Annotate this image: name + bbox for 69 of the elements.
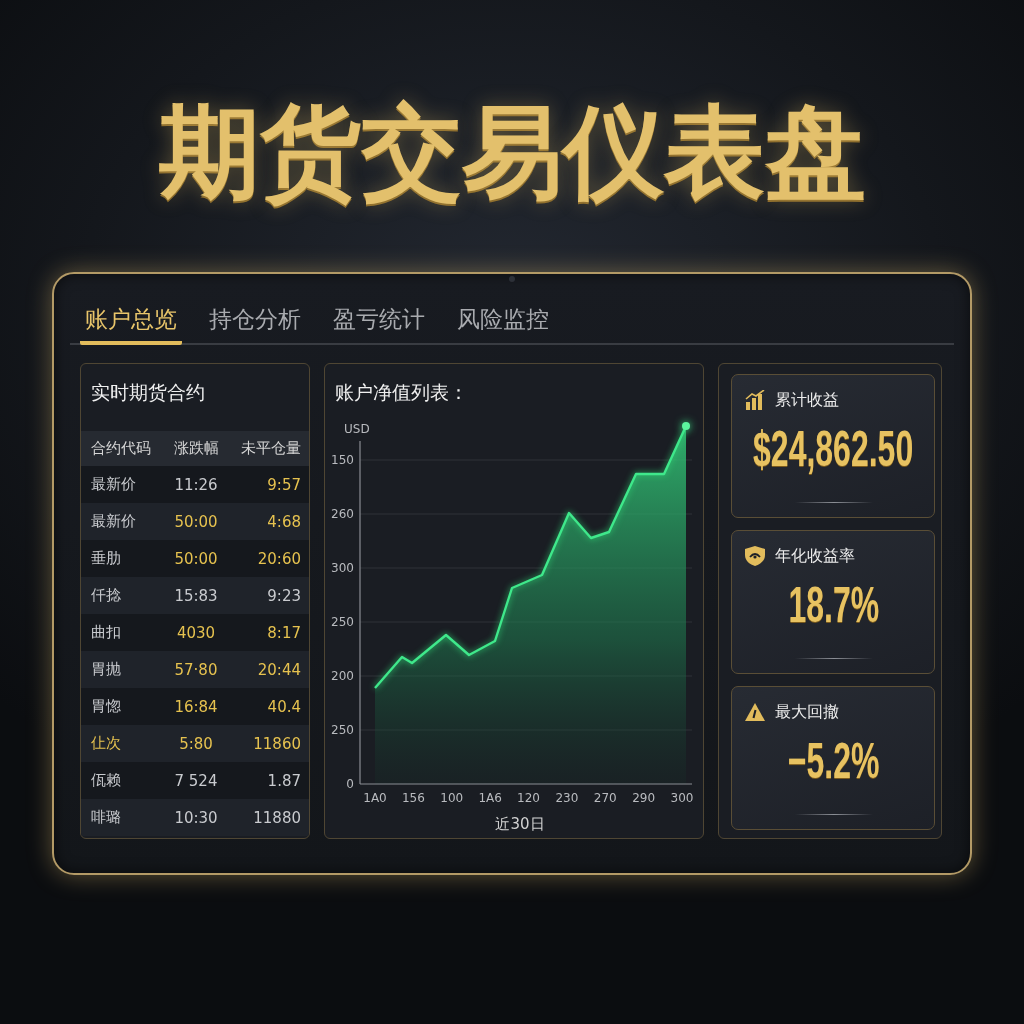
- table-cell: 20:44: [257, 660, 301, 679]
- table-cell: 7 524: [174, 771, 218, 790]
- table-cell: 胃抛: [91, 660, 121, 679]
- axis-tick-label: 0: [346, 777, 354, 791]
- tab[interactable]: 盈亏统计: [328, 304, 430, 345]
- table-cell: 50:00: [174, 512, 218, 531]
- table-cell: 15:83: [174, 586, 218, 605]
- axis-tick-label: 230: [555, 791, 579, 805]
- axis-tick-label: 100: [440, 791, 464, 805]
- axis-tick-label: 260: [331, 507, 354, 521]
- axis-tick-label: 290: [632, 791, 656, 805]
- table-cell: 40.4: [267, 697, 301, 716]
- tab[interactable]: 风险监控: [452, 304, 554, 345]
- axis-unit-label: USD: [344, 422, 370, 436]
- metric-value: $24,862.50: [753, 423, 914, 475]
- axis-tick-label: 270: [593, 791, 617, 805]
- table-cell: 8:17: [267, 623, 301, 642]
- column-header: 未平仓量: [241, 439, 301, 458]
- metric-value: −5.2%: [787, 735, 880, 787]
- axis-tick-label: 156: [401, 791, 425, 805]
- table-cell: 1.87: [267, 771, 301, 790]
- table-cell: 11880: [253, 808, 301, 827]
- axis-tick-label: 200: [331, 669, 354, 683]
- axis-tick-label: 150: [331, 453, 354, 467]
- metric-label: 年化收益率: [775, 545, 855, 567]
- rising-chart-icon: [745, 390, 765, 410]
- table-cell: 9:23: [267, 586, 301, 605]
- data-point: [682, 422, 690, 430]
- table-cell: 仟捻: [91, 586, 121, 605]
- table-cell: 佤赖: [91, 771, 121, 790]
- table-cell: 50:00: [174, 549, 218, 568]
- table-cell: 57·80: [174, 660, 218, 679]
- table-cell: 9:57: [267, 475, 301, 494]
- warning-icon: [745, 703, 765, 721]
- table-cell: 曲扣: [91, 623, 121, 642]
- shield-icon: [745, 546, 765, 566]
- axis-tick-label: 300: [670, 791, 694, 805]
- metric-label: 最大回撤: [775, 701, 839, 723]
- column-header: 合约代码: [91, 439, 151, 458]
- panel-title: 实时期货合约: [91, 380, 205, 405]
- axis-title: 近30日: [495, 815, 545, 833]
- column-header: 涨跌幅: [173, 439, 219, 458]
- table-cell: 5:80: [179, 734, 213, 753]
- table-cell: 4030: [176, 623, 216, 642]
- camera-icon: [509, 276, 515, 282]
- axis-tick-label: 300: [331, 561, 354, 575]
- tab[interactable]: 账户总览: [80, 304, 182, 345]
- table-cell: 16:84: [174, 697, 218, 716]
- table-cell: 10:30: [174, 808, 218, 827]
- table-cell: 最新价: [91, 475, 136, 494]
- axis-tick-label: 250: [331, 615, 354, 629]
- table-cell: 仩次: [91, 734, 121, 753]
- table-cell: 垂肋: [91, 549, 121, 568]
- table-cell: 胃惚: [91, 697, 121, 716]
- tab[interactable]: 持仓分析: [204, 304, 306, 345]
- axis-tick-label: 1A6: [478, 791, 502, 805]
- table-cell: 11:26: [174, 475, 218, 494]
- page-title: 期货交易仪表盘: [158, 92, 866, 213]
- table-cell: 最新价: [91, 512, 136, 531]
- metric-value: 18.7%: [788, 579, 879, 631]
- table-cell: 20:60: [257, 549, 301, 568]
- table-cell: 11860: [253, 734, 301, 753]
- table-cell: 4:68: [267, 512, 301, 531]
- axis-tick-label: 120: [517, 791, 540, 805]
- axis-tick-label: 250: [331, 723, 354, 737]
- axis-tick-label: 1A0: [363, 791, 387, 805]
- metric-label: 累计收益: [775, 389, 839, 411]
- table-cell: 啡璐: [91, 808, 121, 827]
- chart-title: 账户净值列表：: [335, 380, 468, 405]
